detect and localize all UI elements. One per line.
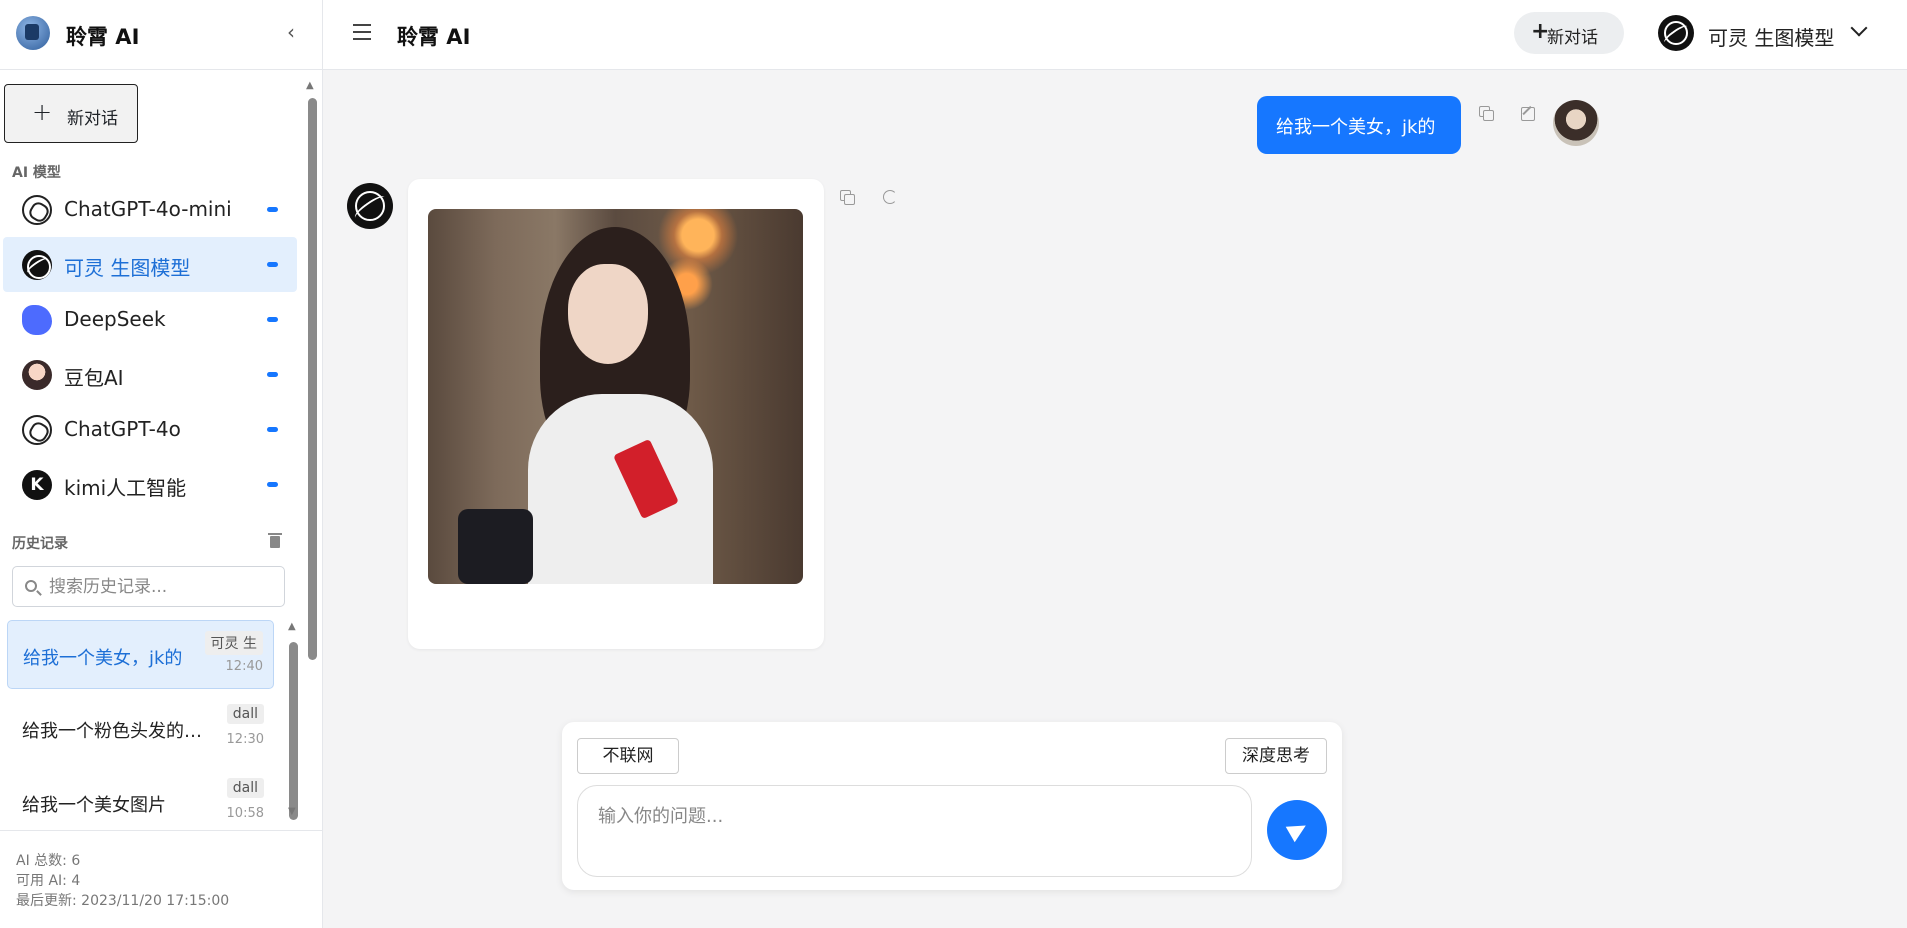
doubao-icon [22, 360, 52, 390]
app-logo [16, 16, 50, 50]
deepseek-icon [22, 305, 52, 335]
model-selector[interactable]: 可灵 生图模型 [1658, 12, 1878, 54]
top-new-chat-label: 新对话 [1547, 28, 1598, 48]
history-item-time: 12:40 [225, 659, 263, 674]
history-item-model-tag: dall [226, 778, 264, 798]
status-indicator [267, 372, 278, 377]
regenerate-icon[interactable] [883, 190, 897, 204]
history-scroll-up-arrow[interactable]: ▲ [288, 621, 296, 632]
sidebar-footer: AI 总数: 6 可用 AI: 4 最后更新: 2023/11/20 17:15… [0, 830, 323, 928]
history-item-time: 10:58 [226, 806, 264, 821]
model-item-label: ChatGPT-4o-mini [64, 197, 232, 221]
user-message-bubble: 给我一个美女，jk的 [1257, 96, 1461, 154]
history-list: 给我一个美女，jk的 可灵 生 12:40 给我一个粉色头发的美女 dall 1… [7, 620, 274, 828]
model-item-label: DeepSeek [64, 307, 166, 331]
model-list: ChatGPT-4o-mini 可灵 生图模型 DeepSeek 豆包AI Ch [3, 182, 297, 512]
collapse-sidebar-button[interactable]: ‹ [280, 20, 302, 44]
history-item-model-tag: dall [226, 704, 264, 724]
plus-icon: + [32, 98, 53, 126]
history-item-title: 给我一个粉色头发的美女 [22, 721, 212, 742]
history-scrollbar-thumb[interactable] [289, 642, 298, 820]
new-chat-button[interactable]: + 新对话 [4, 84, 138, 143]
sidebar-header: 聆霄 AI ‹ [0, 0, 323, 70]
topbar: 聆霄 AI + 新对话 可灵 生图模型 [323, 0, 1907, 70]
menu-icon[interactable] [353, 24, 371, 40]
app-root: 聆霄 AI ‹ ▲ + 新对话 AI 模型 ChatGPT-4o-mini 可灵… [0, 0, 1907, 928]
status-indicator [267, 482, 278, 487]
user-message-text: 给我一个美女，jk的 [1276, 117, 1436, 138]
network-toggle-button[interactable]: 不联网 [577, 738, 679, 774]
sidebar-scrollbar-thumb[interactable] [308, 98, 317, 660]
chevron-down-icon [1850, 19, 1868, 37]
openai-icon [22, 415, 52, 445]
search-icon [25, 580, 37, 592]
history-search-input[interactable] [49, 575, 274, 599]
sidebar-scroll-up-arrow[interactable]: ▲ [306, 80, 314, 91]
generated-image[interactable] [428, 209, 803, 584]
history-scroll-down-arrow[interactable]: ▼ [288, 806, 296, 817]
ai-response-card [408, 179, 824, 649]
status-indicator [267, 262, 278, 267]
status-indicator [267, 317, 278, 322]
chevron-left-icon: ‹ [287, 20, 295, 44]
kling-icon [22, 250, 52, 280]
clear-history-trash-icon[interactable] [268, 532, 282, 548]
status-indicator [267, 207, 278, 212]
model-item-chatgpt-4o[interactable]: ChatGPT-4o [3, 402, 297, 457]
copy-message-icon[interactable] [1479, 106, 1494, 121]
history-item[interactable]: 给我一个美女，jk的 可灵 生 12:40 [7, 620, 274, 689]
history-item[interactable]: 给我一个粉色头发的美女 dall 12:30 [7, 694, 274, 763]
history-item-title: 给我一个美女图片 [22, 795, 166, 816]
history-item-title: 给我一个美女，jk的 [23, 648, 183, 669]
model-item-kling[interactable]: 可灵 生图模型 [3, 237, 297, 292]
history-item[interactable]: 给我一个美女图片 dall 10:58 [7, 768, 274, 828]
models-section-label: AI 模型 [12, 165, 61, 181]
ai-available-count: 可用 AI: 4 [16, 873, 81, 889]
deep-think-toggle-button[interactable]: 深度思考 [1225, 738, 1327, 774]
model-item-label: 豆包AI [64, 366, 124, 390]
new-chat-label: 新对话 [67, 109, 118, 129]
sidebar: 聆霄 AI ‹ ▲ + 新对话 AI 模型 ChatGPT-4o-mini 可灵… [0, 0, 323, 928]
copy-response-icon[interactable] [840, 190, 855, 205]
model-item-label: ChatGPT-4o [64, 417, 181, 441]
last-updated: 最后更新: 2023/11/20 17:15:00 [16, 893, 230, 909]
kimi-icon: K [22, 470, 52, 500]
user-avatar [1553, 100, 1599, 146]
history-section-label: 历史记录 [12, 536, 68, 552]
status-indicator [267, 427, 278, 432]
history-search-box [12, 566, 285, 607]
ai-avatar [347, 183, 393, 229]
model-item-label: 可灵 生图模型 [64, 256, 191, 280]
ai-total-count: AI 总数: 6 [16, 853, 81, 869]
top-new-chat-button[interactable]: + 新对话 [1514, 12, 1624, 54]
composer: 不联网 深度思考 [562, 722, 1342, 890]
sidebar-title: 聆霄 AI [66, 25, 140, 49]
history-item-model-tag: 可灵 生 [204, 631, 263, 655]
model-item-doubao[interactable]: 豆包AI [3, 347, 297, 402]
model-item-deepseek[interactable]: DeepSeek [3, 292, 297, 347]
edit-message-icon[interactable] [1521, 106, 1535, 121]
kling-icon [1658, 15, 1694, 51]
chat-input[interactable] [577, 785, 1252, 877]
model-item-label: kimi人工智能 [64, 476, 187, 500]
model-item-chatgpt-4o-mini[interactable]: ChatGPT-4o-mini [3, 182, 297, 237]
openai-icon [22, 195, 52, 225]
model-item-kimi[interactable]: K kimi人工智能 [3, 457, 297, 512]
send-icon [1285, 817, 1311, 843]
send-button[interactable] [1267, 800, 1327, 860]
history-item-time: 12:30 [226, 732, 264, 747]
selected-model-label: 可灵 生图模型 [1708, 26, 1835, 50]
page-title: 聆霄 AI [397, 25, 471, 49]
